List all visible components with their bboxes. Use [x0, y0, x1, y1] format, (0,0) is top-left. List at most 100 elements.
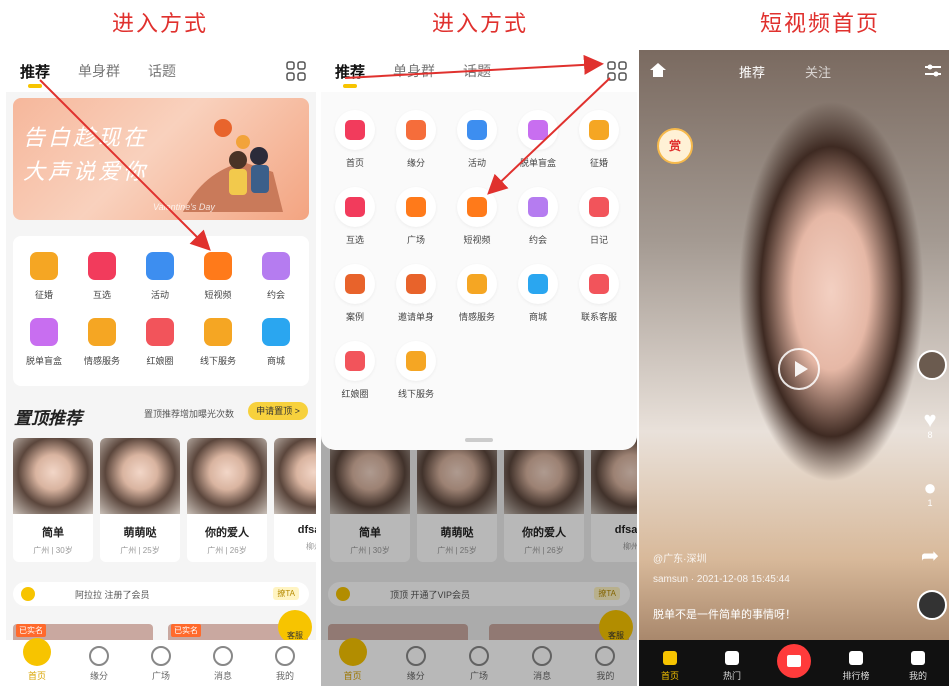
nav-home[interactable]: 首页 [645, 651, 695, 682]
share-icon: ➦ [920, 543, 940, 568]
menu-compass[interactable]: 广场 [386, 187, 446, 246]
menu-heart[interactable]: 互选 [325, 187, 385, 246]
comment-button[interactable]: ● 1 [917, 475, 943, 509]
menu-video[interactable]: 短视频 [447, 187, 507, 246]
feature-heart[interactable]: 互选 [73, 252, 131, 301]
caption-entry-2: 进入方式 [431, 12, 528, 37]
like-button[interactable]: ♥ 8 [917, 407, 943, 441]
verified-tag: 已实名 [171, 624, 201, 637]
filter-icon[interactable] [925, 64, 941, 78]
profile-card[interactable]: dfsafs 柳州 [274, 438, 316, 562]
camera-icon [777, 644, 811, 678]
bottom-nav: 首页 缘分 广场 消息 我的 [6, 638, 316, 686]
feature-balloon[interactable]: 活动 [131, 252, 189, 301]
customer-service-button[interactable]: 客服 [278, 610, 312, 644]
menu-counselor[interactable]: 情感服务 [447, 264, 507, 323]
home-icon [335, 110, 375, 150]
nav-ranking[interactable]: 排行榜 [831, 651, 881, 682]
store-icon [204, 318, 232, 346]
home-icon [23, 638, 51, 666]
briefcase-icon [30, 252, 58, 280]
feature-store[interactable]: 线下服务 [189, 318, 247, 367]
profile-card[interactable]: 萌萌哒 广州 | 25岁 [100, 438, 180, 562]
menu-heart[interactable]: 缘分 [386, 110, 446, 169]
profile-card[interactable]: 简单 广州 | 30岁 [13, 438, 93, 562]
banner-text: 告白趁现在 大声说爱你 [23, 126, 149, 185]
apply-top-button[interactable]: 申请置顶 > [248, 402, 308, 420]
couple-illustration [183, 119, 283, 212]
nav-hot[interactable]: 热门 [707, 651, 757, 682]
tab-follow[interactable]: 关注 [805, 62, 831, 81]
grid-menu-icon[interactable] [607, 61, 627, 81]
heart-icon: ♥ [923, 407, 937, 432]
record-button[interactable] [769, 644, 819, 682]
tab-topics[interactable]: 话题 [463, 61, 491, 81]
menu-diary[interactable]: 日记 [569, 187, 629, 246]
profile-photo [100, 438, 180, 514]
cheers-icon [518, 187, 558, 227]
top-tab-bar: 推荐 单身群 话题 [321, 50, 637, 92]
menu-briefcase[interactable]: 征婚 [569, 110, 629, 169]
heart-icon [89, 646, 109, 666]
nav-message[interactable]: 消息 [198, 646, 248, 682]
menu-store[interactable]: 线下服务 [386, 341, 446, 400]
menu-matchmaker[interactable]: 红娘圈 [325, 341, 385, 400]
headset-icon [579, 264, 619, 304]
tab-recommend[interactable]: 推荐 [20, 61, 50, 88]
red-packet-icon[interactable]: 赏 [657, 128, 693, 164]
tab-singles-group[interactable]: 单身群 [393, 61, 435, 81]
nav-square[interactable]: 广场 [136, 646, 186, 682]
feature-counselor[interactable]: 情感服务 [73, 318, 131, 367]
menu-balloon[interactable]: 活动 [447, 110, 507, 169]
matchmaker-icon [146, 318, 174, 346]
feature-video[interactable]: 短视频 [189, 252, 247, 301]
share-button[interactable]: ➦ [917, 543, 943, 568]
phone-home-screen: 推荐 单身群 话题 告白趁现在 大声说爱你 Valentine's Day 征婚… [6, 50, 316, 686]
menu-shop[interactable]: 商城 [508, 264, 568, 323]
tab-topics[interactable]: 话题 [148, 61, 176, 81]
menu-home[interactable]: 首页 [325, 110, 385, 169]
feature-shop[interactable]: 商城 [247, 318, 305, 367]
profile-card[interactable]: 你的爱人 广州 | 26岁 [187, 438, 267, 562]
nav-mine[interactable]: 我的 [260, 646, 310, 682]
home-icon[interactable] [649, 62, 667, 78]
caption-entry-1: 进入方式 [111, 12, 208, 37]
tab-recommend[interactable]: 推荐 [335, 61, 365, 88]
box-icon [518, 110, 558, 150]
flirt-badge[interactable]: 撩TA [273, 587, 299, 600]
feature-box[interactable]: 脱单盲盒 [15, 318, 73, 367]
play-button[interactable] [778, 348, 820, 390]
nav-mine[interactable]: 我的 [893, 651, 943, 682]
nav-home[interactable]: 首页 [12, 638, 62, 682]
drawer-handle[interactable] [465, 438, 493, 442]
grid-menu-icon[interactable] [286, 61, 306, 81]
feature-matchmaker[interactable]: 红娘圈 [131, 318, 189, 367]
comment-icon: ● [923, 475, 937, 500]
menu-cheers[interactable]: 约会 [508, 187, 568, 246]
comment-count: 1 [927, 498, 933, 508]
nav-fate[interactable]: 缘分 [74, 646, 124, 682]
profile-photo [13, 438, 93, 514]
like-count: 8 [927, 430, 933, 440]
menu-box[interactable]: 脱单盲盒 [508, 110, 568, 169]
menu-invite[interactable]: 邀请单身 [386, 264, 446, 323]
video-icon [204, 252, 232, 280]
section-tip: 置顶推荐增加曝光次数 [144, 409, 235, 419]
tab-recommend[interactable]: 推荐 [739, 62, 765, 81]
author-avatar[interactable] [917, 350, 947, 380]
profile-photo [187, 438, 267, 514]
video-location: @广东·深圳 [653, 554, 707, 565]
tab-singles-group[interactable]: 单身群 [78, 61, 120, 81]
feature-cheers[interactable]: 约会 [247, 252, 305, 301]
music-disc[interactable] [917, 590, 947, 620]
profile-photo [274, 438, 316, 514]
valentine-banner[interactable]: 告白趁现在 大声说爱你 Valentine's Day [13, 98, 309, 220]
verified-tag: 已实名 [16, 624, 46, 637]
chat-icon [213, 646, 233, 666]
heart-icon [335, 187, 375, 227]
menu-headset[interactable]: 联系客服 [569, 264, 629, 323]
menu-books[interactable]: 案例 [325, 264, 385, 323]
feature-briefcase[interactable]: 征婚 [15, 252, 73, 301]
banner-subtitle: Valentine's Day [153, 202, 215, 212]
section-title: 置顶推荐 [14, 404, 84, 429]
